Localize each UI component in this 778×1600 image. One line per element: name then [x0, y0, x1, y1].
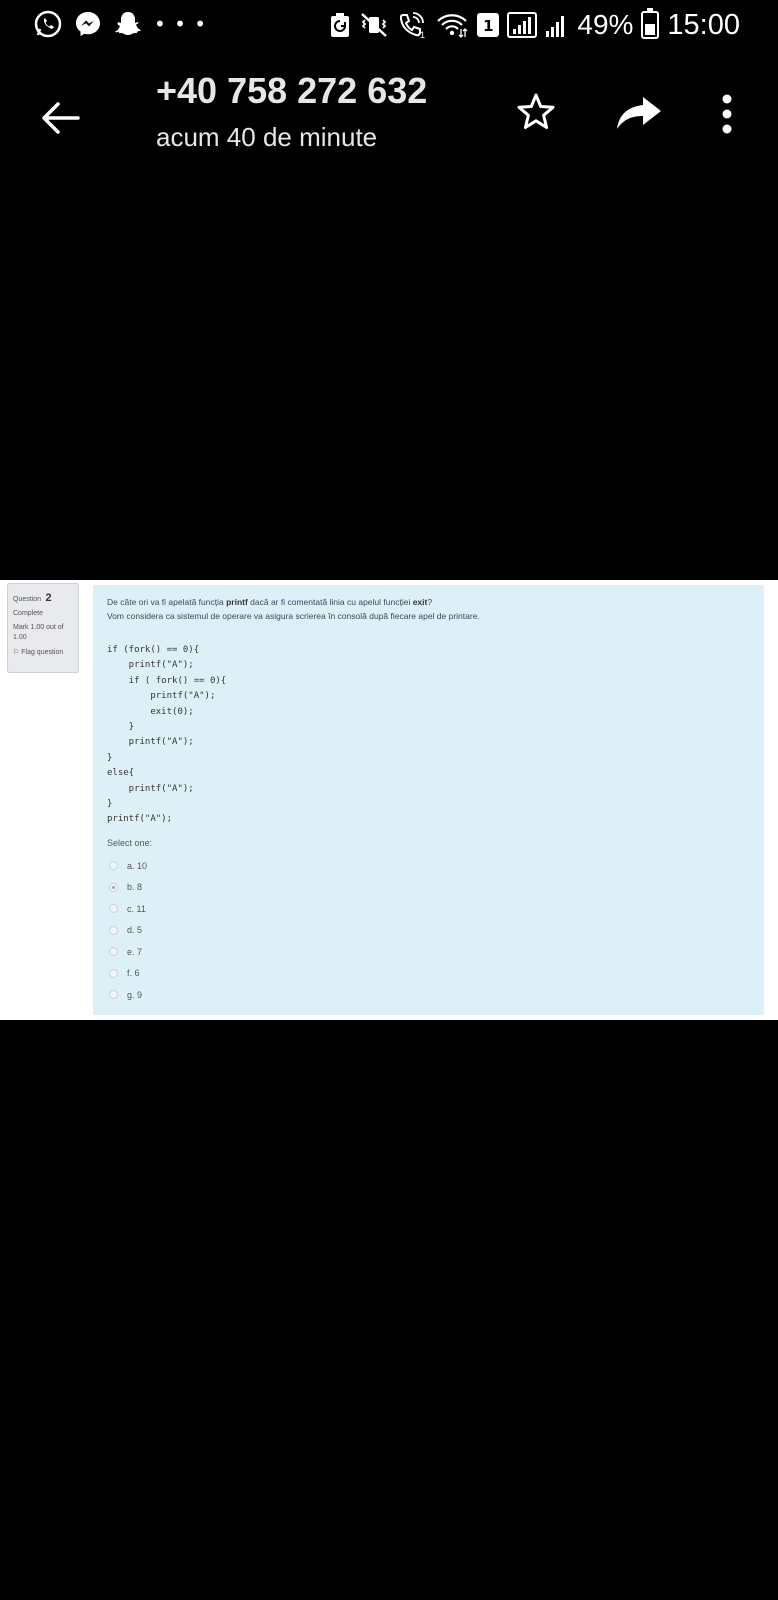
option-g[interactable]: g. 9: [109, 984, 147, 1006]
flag-icon: ⚐: [13, 649, 20, 656]
message-time: acum 40 de minute: [156, 122, 378, 152]
flag-label: Flag question: [21, 649, 64, 656]
share-icon[interactable]: [615, 95, 663, 131]
battery-icon: [641, 8, 660, 39]
question-content: De câte ori va fi apelată funcția printf…: [93, 585, 764, 1015]
contact-name: +40 758 272 632: [156, 70, 428, 111]
radio-button[interactable]: [109, 947, 118, 957]
radio-button[interactable]: [109, 925, 118, 935]
question-text: De câte ori va fi apelată funcția printf…: [107, 595, 480, 623]
radio-button[interactable]: [109, 990, 118, 1000]
radio-button[interactable]: [109, 904, 118, 914]
question-state: Complete: [13, 610, 43, 617]
select-one-label: Select one:: [107, 838, 153, 848]
option-b[interactable]: b. 8: [109, 877, 147, 899]
question-info: Question 2 Complete Mark 1.00 out of 1.0…: [7, 583, 79, 673]
status-bar: • • • 1 1 49% 15:00: [0, 0, 778, 50]
answer-options: a. 10 b. 8 c. 11 d. 5 e. 7 f. 6 g. 9: [109, 855, 147, 1006]
radio-button-selected[interactable]: [109, 882, 118, 892]
question-mark: Mark 1.00 out of 1.00: [13, 624, 64, 641]
volte-call-icon: 1: [400, 12, 425, 39]
signal-icon: [507, 12, 538, 38]
star-icon[interactable]: [516, 92, 556, 132]
question-number: 2: [45, 592, 52, 604]
radio-button[interactable]: [109, 968, 118, 978]
wifi-icon: [437, 14, 468, 38]
snapchat-icon: [115, 12, 141, 35]
whatsapp-icon: [34, 10, 62, 38]
question-line-2: Vom considera ca sistemul de operare va …: [107, 611, 480, 621]
sim-1-icon: 1: [477, 13, 500, 37]
option-c[interactable]: c. 11: [109, 898, 147, 920]
vibrate-mute-icon: [361, 13, 388, 37]
flag-question[interactable]: ⚐ Flag question: [13, 648, 73, 656]
battery-saver-icon: [331, 13, 350, 37]
question-line-1: De câte ori va fi apelată funcția printf…: [107, 597, 433, 607]
more-vert-icon[interactable]: [718, 94, 736, 134]
question-label: Question: [13, 596, 42, 603]
signal-2-icon: [546, 16, 565, 37]
system-icons: 1 1 49% 15:00: [329, 6, 740, 44]
svg-text:1: 1: [420, 30, 425, 39]
messenger-icon: [76, 12, 100, 36]
option-a[interactable]: a. 10: [109, 855, 147, 877]
option-f[interactable]: f. 6: [109, 963, 147, 985]
back-arrow-icon[interactable]: [38, 96, 82, 140]
battery-percent: 49%: [577, 9, 634, 40]
code-block: if (fork() == 0){ printf("A"); if ( fork…: [107, 645, 227, 825]
option-e[interactable]: e. 7: [109, 941, 147, 963]
radio-button[interactable]: [109, 861, 118, 871]
clock: 15:00: [667, 8, 740, 41]
more-notifications-indicator: • • •: [154, 12, 208, 36]
notification-icons: • • •: [34, 10, 207, 38]
option-d[interactable]: d. 5: [109, 920, 147, 942]
shared-image[interactable]: Question 2 Complete Mark 1.00 out of 1.0…: [0, 580, 778, 1020]
